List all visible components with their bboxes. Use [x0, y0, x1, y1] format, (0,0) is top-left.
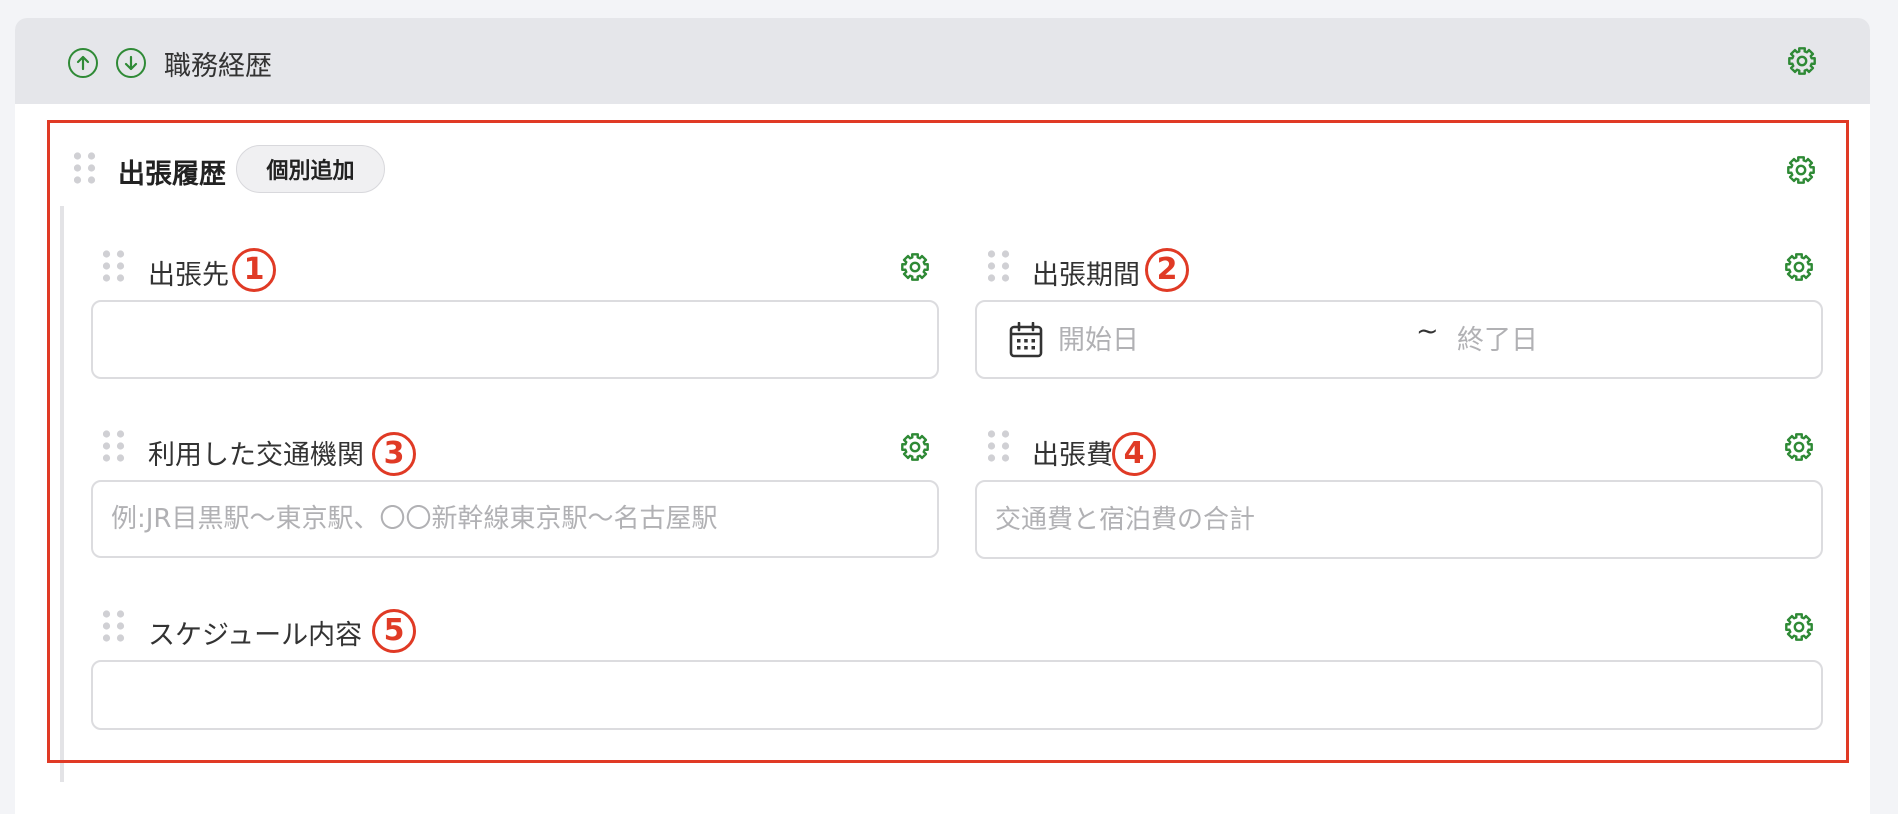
trip-period-settings-button[interactable] [1784, 252, 1814, 282]
group-settings-button[interactable] [1786, 155, 1816, 185]
date-range-picker[interactable]: 開始日 ~ 終了日 [975, 300, 1823, 379]
date-range-separator: ~ [1416, 316, 1439, 347]
transportation-label: 利用した交通機関 [148, 440, 364, 471]
gear-icon [1787, 156, 1815, 184]
end-date-field[interactable]: 終了日 [1457, 318, 1538, 357]
gear-icon [1785, 433, 1813, 461]
drag-handle-icon [103, 610, 125, 642]
field-drag-handle[interactable] [988, 250, 1010, 286]
annotation-marker-5: 5 [372, 609, 416, 653]
annotation-marker-2: 2 [1145, 248, 1189, 292]
annotation-marker-4: 4 [1112, 432, 1156, 476]
individual-add-button[interactable]: 個別追加 [236, 145, 385, 193]
gear-icon [901, 433, 929, 461]
destination-settings-button[interactable] [900, 252, 930, 282]
schedule-settings-button[interactable] [1784, 612, 1814, 642]
arrow-down-circle-icon [124, 55, 138, 71]
calendar-icon [1009, 322, 1043, 358]
move-down-button[interactable] [116, 48, 146, 78]
drag-handle-icon [103, 430, 125, 462]
drag-handle-icon [103, 250, 125, 282]
annotation-marker-1: 1 [232, 248, 276, 292]
section-settings-button[interactable] [1787, 46, 1817, 76]
move-up-button[interactable] [68, 48, 98, 78]
drag-handle-icon [988, 250, 1010, 282]
drag-handle-icon [74, 152, 96, 184]
schedule-label: スケジュール内容 [148, 620, 363, 651]
group-drag-handle[interactable] [74, 152, 96, 188]
field-drag-handle[interactable] [103, 430, 125, 466]
gear-icon [1785, 613, 1813, 641]
trip-period-label: 出張期間 [1032, 260, 1140, 291]
annotation-marker-3: 3 [372, 432, 416, 476]
field-drag-handle[interactable] [103, 250, 125, 286]
trip-cost-input[interactable] [975, 480, 1823, 559]
trip-cost-label: 出張費 [1032, 440, 1113, 471]
trip-cost-settings-button[interactable] [1784, 432, 1814, 462]
drag-handle-icon [988, 430, 1010, 462]
gear-icon [901, 253, 929, 281]
destination-input[interactable] [91, 300, 939, 379]
section-header: 職務経歴 [15, 18, 1870, 104]
section-title: 職務経歴 [164, 51, 272, 82]
schedule-input[interactable] [91, 660, 1823, 730]
field-drag-handle[interactable] [988, 430, 1010, 466]
arrow-up-circle-icon [76, 55, 90, 71]
group-title: 出張履歴 [118, 159, 226, 190]
transportation-input[interactable] [91, 480, 939, 558]
destination-label: 出張先 [148, 260, 229, 291]
start-date-field[interactable]: 開始日 [1058, 318, 1139, 357]
gear-icon [1785, 253, 1813, 281]
field-drag-handle[interactable] [103, 610, 125, 646]
gear-icon [1788, 47, 1816, 75]
transportation-settings-button[interactable] [900, 432, 930, 462]
